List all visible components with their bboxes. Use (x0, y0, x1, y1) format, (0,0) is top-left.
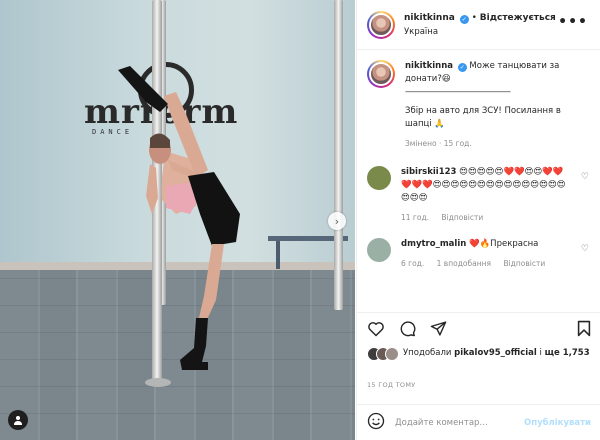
author-avatar[interactable] (367, 10, 395, 39)
commenter-username[interactable]: dmytro_malin (401, 239, 466, 249)
comment-like-heart-icon[interactable]: ♡ (581, 244, 589, 254)
location-link[interactable]: Україна (404, 25, 556, 39)
verified-badge-icon: ✓ (457, 63, 467, 72)
dancer-figure (118, 66, 240, 370)
more-options-icon[interactable]: ••• (558, 14, 588, 30)
comment-likes-count[interactable]: 1 вподобання (437, 259, 491, 268)
likes-connector: і (539, 348, 542, 358)
liker-username[interactable]: pikalov95_official (454, 348, 537, 358)
add-comment-bar: Додайте коментар… Опублікувати (357, 404, 600, 440)
header-separator: • (471, 12, 477, 23)
likes-summary: Уподобали pikalov95_official і ще 1,753 (367, 347, 593, 361)
post-header: nikitkinna ✓ • Відстежується Україна ••• (357, 0, 600, 50)
commenter-avatar[interactable] (367, 238, 391, 262)
smiley-icon[interactable] (367, 412, 385, 433)
caption-divider: —————————————— (405, 87, 511, 97)
likes-count[interactable]: ще 1,753 (545, 348, 590, 358)
paper-plane-icon[interactable] (430, 320, 447, 337)
comments-section[interactable]: nikitkinna ✓ Може танцювати за донати?😆 … (357, 50, 600, 312)
commenter-username[interactable]: sibirskii123 (401, 167, 456, 177)
comment-text: ❤️🔥Прекрасна (469, 239, 539, 249)
comment-time: 6 год. (401, 259, 425, 268)
reply-button[interactable]: Відповісти (441, 213, 483, 222)
author-username[interactable]: nikitkinna (404, 13, 455, 23)
comment-time: 11 год. (401, 213, 430, 222)
commenter-avatar[interactable] (367, 166, 391, 190)
post-photo[interactable]: mrrorm DANCE › (0, 0, 355, 440)
post-side-panel: nikitkinna ✓ • Відстежується Україна •••… (356, 0, 600, 440)
post-actions-bar (357, 312, 600, 344)
comment-input[interactable]: Додайте коментар… (395, 418, 524, 428)
next-photo-button[interactable]: › (328, 212, 346, 230)
verified-badge-icon: ✓ (459, 14, 469, 24)
reply-button[interactable]: Відповісти (503, 259, 545, 268)
caption-username[interactable]: nikitkinna (405, 61, 453, 71)
caption: nikitkinna ✓ Може танцювати за донати?😆 … (367, 60, 591, 150)
comment-bubble-icon[interactable] (399, 320, 416, 337)
caption-line-2: Збір на авто для ЗСУ! Посилання в шапці … (405, 106, 561, 129)
post-timestamp: 15 ГОД ТОМУ (367, 381, 416, 389)
publish-button[interactable]: Опублікувати (524, 418, 591, 428)
likes-prefix: Уподобали (403, 348, 452, 358)
comment-item: dmytro_malin ❤️🔥Прекрасна 6 год. 1 вподо… (367, 238, 591, 270)
person-tag-icon[interactable] (8, 410, 28, 430)
liker-avatars (367, 347, 401, 361)
bookmark-icon[interactable] (577, 320, 591, 337)
heart-outline-icon[interactable] (367, 321, 385, 337)
caption-edited-time: Змінено · 15 год. (405, 139, 472, 148)
comment-item: sibirskii123 😍😍😍😍😍❤️❤️😍😍❤️❤️❤️❤️❤️😍😍😍😍😍😍… (367, 166, 591, 224)
following-button[interactable]: Відстежується (480, 13, 556, 23)
caption-author-avatar[interactable] (367, 60, 395, 88)
comment-like-heart-icon[interactable]: ♡ (581, 172, 589, 182)
